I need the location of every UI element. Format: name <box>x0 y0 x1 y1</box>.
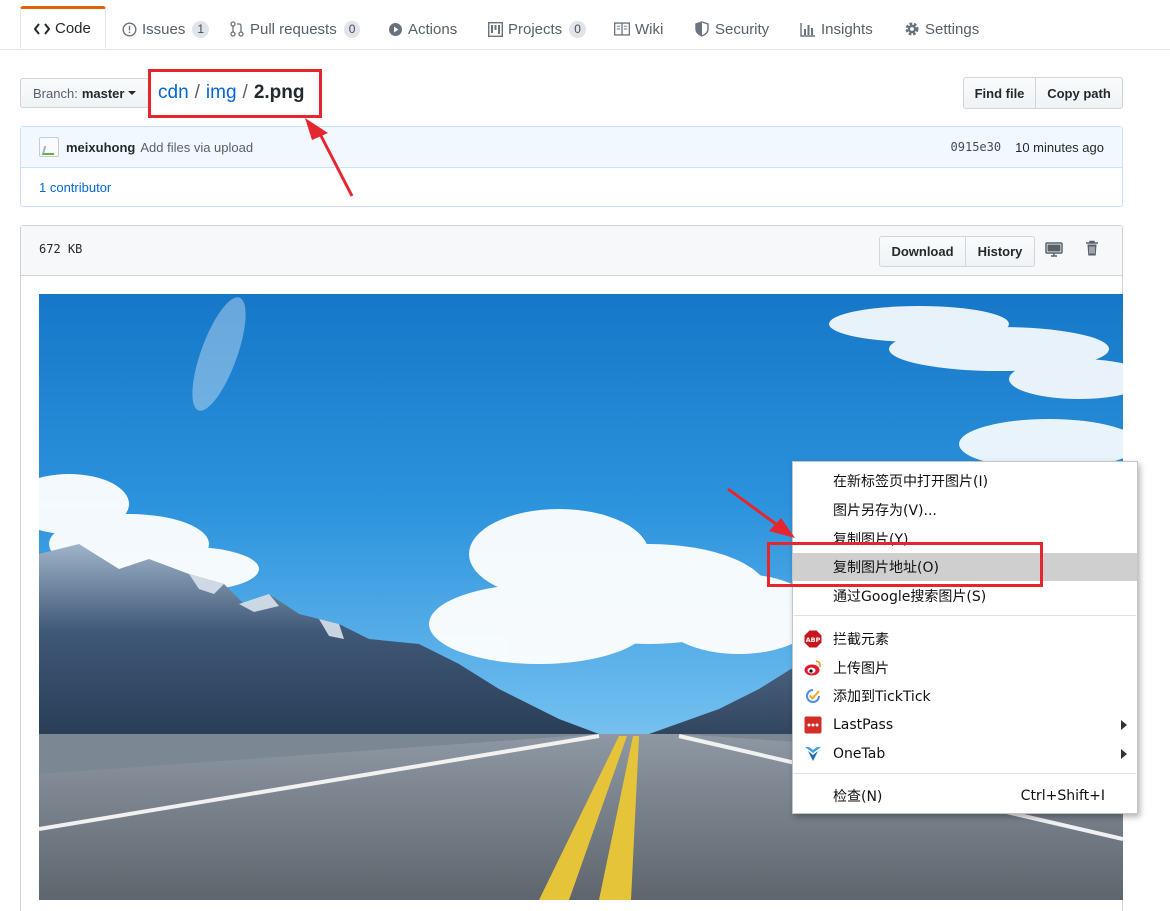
annotation-arrow-copy-address <box>727 487 795 538</box>
annotation-arrow-breadcrumb <box>305 118 354 197</box>
annotation-arrows <box>305 118 795 538</box>
